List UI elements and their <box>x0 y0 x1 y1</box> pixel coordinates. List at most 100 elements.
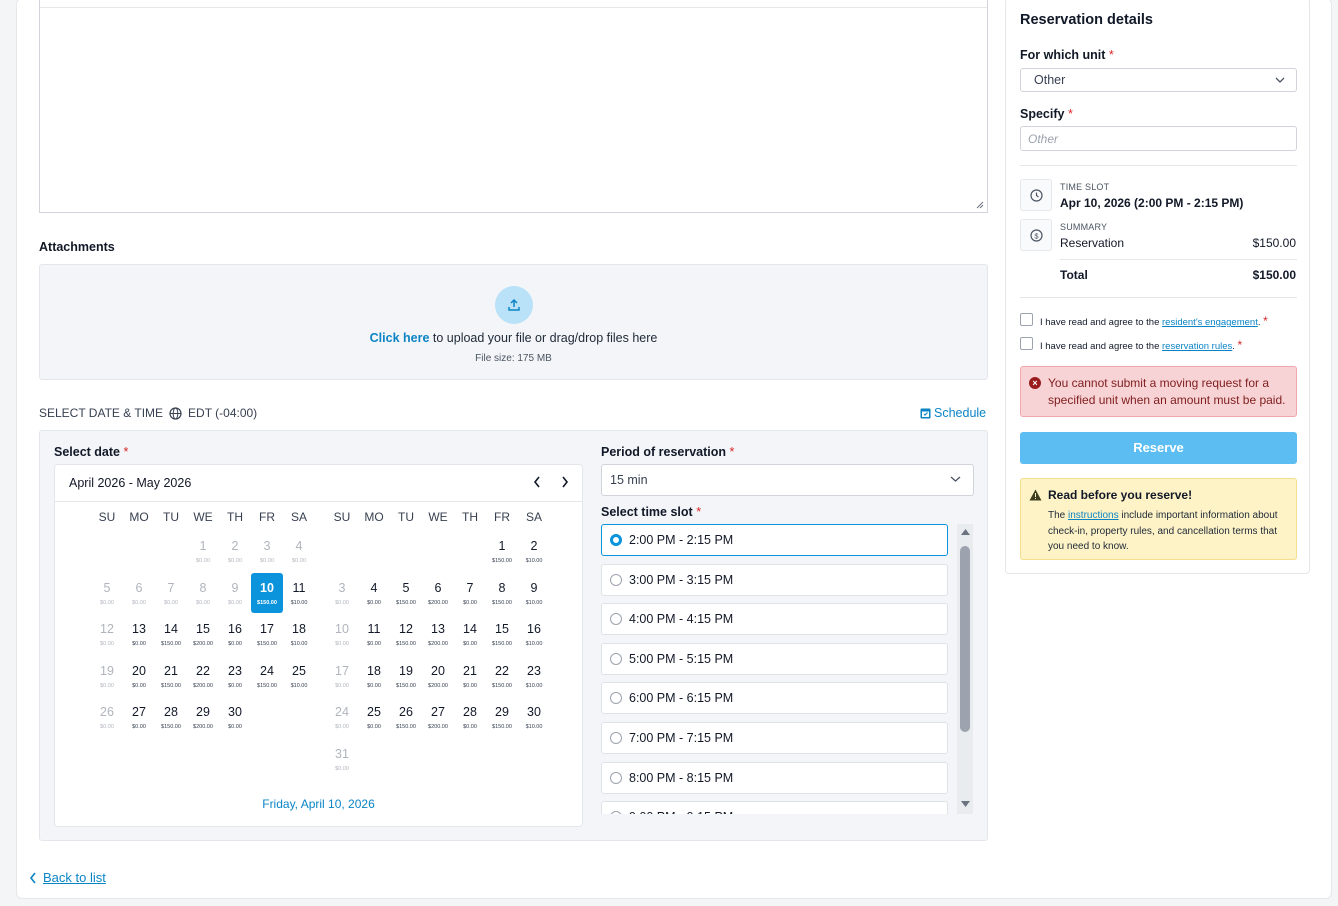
radio-button[interactable] <box>610 573 622 586</box>
time-slot-option[interactable]: 5:00 PM - 5:15 PM <box>601 642 948 675</box>
resize-grip-icon[interactable] <box>976 201 984 209</box>
time-slot-option[interactable]: 6:00 PM - 6:15 PM <box>601 682 948 715</box>
calendar-day[interactable]: 27 $0.00 <box>123 704 155 746</box>
time-slot-option[interactable]: 7:00 PM - 7:15 PM <box>601 721 948 754</box>
calendar-day[interactable]: 23 $10.00 <box>518 663 550 705</box>
calendar-day[interactable]: 16 $10.00 <box>518 621 550 663</box>
scroll-thumb[interactable] <box>960 546 970 732</box>
radio-button[interactable] <box>610 652 622 665</box>
calendar-day[interactable]: 15 $150.00 <box>486 621 518 663</box>
divider <box>1020 297 1297 298</box>
day-price: $150.00 <box>161 724 181 730</box>
scroll-down-icon[interactable] <box>961 801 970 808</box>
time-slot-option[interactable]: 9:00 PM - 9:15 PM <box>601 801 948 814</box>
rules-link[interactable]: reservation rules <box>1162 341 1232 352</box>
calendar-day[interactable]: 8 $150.00 <box>486 580 518 622</box>
error-message: You cannot submit a moving request for a… <box>1048 376 1286 407</box>
upload-icon[interactable] <box>495 286 533 324</box>
radio-button[interactable] <box>610 534 622 546</box>
specify-input[interactable]: Other <box>1020 126 1297 151</box>
calendar-day[interactable]: 21 $0.00 <box>454 663 486 705</box>
period-value: 15 min <box>610 473 648 487</box>
chevron-left-icon[interactable] <box>532 475 542 489</box>
calendar-day[interactable]: 25 $0.00 <box>358 704 390 746</box>
calendar-day[interactable]: 22 $200.00 <box>187 663 219 705</box>
rules-checkbox[interactable] <box>1020 337 1033 350</box>
calendar-day[interactable]: 27 $200.00 <box>422 704 454 746</box>
calendar-day[interactable]: 16 $0.00 <box>219 621 251 663</box>
calendar-day[interactable]: 14 $150.00 <box>155 621 187 663</box>
calendar-day[interactable]: 22 $150.00 <box>486 663 518 705</box>
time-slot-option[interactable]: 2:00 PM - 2:15 PM <box>601 524 948 556</box>
calendar-day[interactable]: 11 $10.00 <box>283 580 315 622</box>
day-number: 14 <box>164 622 178 636</box>
period-select[interactable]: 15 min <box>601 464 974 496</box>
unit-label: For which unit * <box>1020 48 1114 62</box>
description-textarea[interactable] <box>39 0 988 213</box>
calendar-day[interactable]: 11 $0.00 <box>358 621 390 663</box>
reserve-button[interactable]: Reserve <box>1020 432 1297 464</box>
calendar-day[interactable]: 21 $150.00 <box>155 663 187 705</box>
calendar-day[interactable]: 29 $150.00 <box>486 704 518 746</box>
calendar-day[interactable]: 12 $150.00 <box>390 621 422 663</box>
calendar-day[interactable]: 23 $0.00 <box>219 663 251 705</box>
calendar-day[interactable]: 9 $10.00 <box>518 580 550 622</box>
calendar-day[interactable]: 25 $10.00 <box>283 663 315 705</box>
radio-button[interactable] <box>610 811 622 814</box>
calendar-day[interactable]: 24 $150.00 <box>251 663 283 705</box>
schedule-link[interactable]: Schedule <box>920 406 986 420</box>
calendar-day[interactable]: 7 $0.00 <box>454 580 486 622</box>
calendar-day[interactable]: 26 $150.00 <box>390 704 422 746</box>
file-dropzone[interactable]: Click here to upload your file or drag/d… <box>39 264 988 380</box>
required-mark: * <box>696 505 702 519</box>
time-slot-list: 2:00 PM - 2:15 PM 3:00 PM - 3:15 PM 4:00 P… <box>601 524 948 814</box>
dollar-icon: $ <box>1020 219 1052 251</box>
time-slot-option[interactable]: 8:00 PM - 8:15 PM <box>601 761 948 794</box>
calendar-day[interactable]: 1 $150.00 <box>486 538 518 580</box>
radio-button[interactable] <box>610 613 622 626</box>
day-price: $200.00 <box>428 682 448 689</box>
calendar-day[interactable]: 30 $0.00 <box>219 704 251 746</box>
upload-instructions: Click here to upload your file or drag/d… <box>40 331 987 345</box>
calendar-day[interactable]: 20 $200.00 <box>422 663 454 705</box>
calendar-day[interactable]: 6 $200.00 <box>422 580 454 622</box>
calendar-day[interactable]: 30 $10.00 <box>518 704 550 746</box>
weekday-label: SU <box>333 510 351 524</box>
time-slot-option[interactable]: 4:00 PM - 4:15 PM <box>601 603 948 636</box>
calendar-day[interactable]: 18 $0.00 <box>358 663 390 705</box>
calendar-day[interactable]: 13 $200.00 <box>422 621 454 663</box>
back-to-list-link[interactable]: Back to list <box>29 870 106 885</box>
radio-button[interactable] <box>610 731 622 744</box>
calendar-day[interactable]: 20 $0.00 <box>123 663 155 705</box>
calendar-day[interactable]: 10 $150.00 <box>251 572 283 622</box>
engagement-link[interactable]: resident's engagement <box>1162 317 1258 328</box>
calendar-day[interactable]: 17 $150.00 <box>251 621 283 663</box>
upload-click-link[interactable]: Click here <box>370 331 430 345</box>
calendar-day[interactable]: 4 $0.00 <box>358 580 390 622</box>
back-label[interactable]: Back to list <box>43 870 106 885</box>
time-slot-option[interactable]: 3:00 PM - 3:15 PM <box>601 563 948 596</box>
engagement-checkbox[interactable] <box>1020 313 1033 326</box>
calendar-day[interactable]: 13 $0.00 <box>123 621 155 663</box>
chevron-right-icon[interactable] <box>560 475 570 489</box>
calendar-day[interactable]: 28 $150.00 <box>155 704 187 746</box>
calendar-day[interactable]: 14 $0.00 <box>454 621 486 663</box>
calendar-day[interactable]: 18 $10.00 <box>283 621 315 663</box>
instructions-link[interactable]: instructions <box>1068 510 1119 521</box>
scroll-up-icon[interactable] <box>961 529 970 536</box>
unit-select[interactable]: Other <box>1020 68 1297 92</box>
calendar-day[interactable]: 29 $200.00 <box>187 704 219 746</box>
time-slot-scrollbar[interactable] <box>957 524 973 814</box>
calendar-day[interactable]: 19 $150.00 <box>390 663 422 705</box>
calendar-day[interactable]: 2 $10.00 <box>518 538 550 580</box>
radio-button[interactable] <box>610 692 622 705</box>
calendar-day[interactable]: 28 $0.00 <box>454 704 486 746</box>
engagement-agreement: I have read and agree to the resident's … <box>1040 314 1268 328</box>
calendar-day[interactable]: 15 $200.00 <box>187 621 219 663</box>
error-alert: × You cannot submit a moving request for… <box>1020 366 1297 417</box>
calendar-day: 10 $0.00 <box>326 621 358 663</box>
calendar-day[interactable]: 5 $150.00 <box>390 580 422 622</box>
radio-button[interactable] <box>610 771 622 784</box>
schedule-label[interactable]: Schedule <box>934 406 986 420</box>
day-number: 22 <box>495 663 509 678</box>
